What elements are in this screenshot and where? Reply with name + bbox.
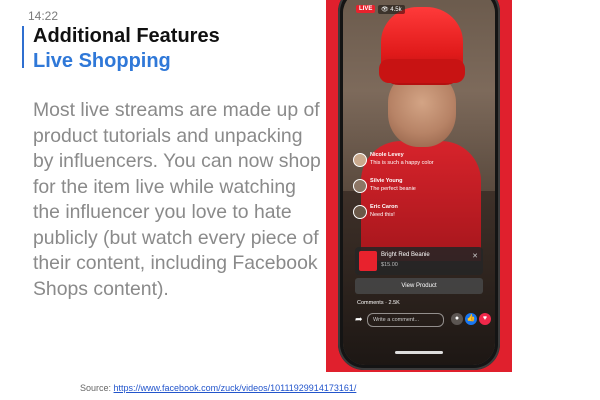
- comment-text: This is such a happy color: [370, 160, 434, 166]
- comment-author: Silvie Young: [370, 178, 403, 184]
- avatar: [353, 153, 367, 167]
- like-icon[interactable]: 👍: [465, 313, 477, 325]
- comment-text: The perfect beanie: [370, 186, 416, 192]
- product-price: $15.00: [381, 262, 398, 268]
- product-name: Bright Red Beanie: [381, 252, 430, 258]
- source-link[interactable]: https://www.facebook.com/zuck/videos/101…: [114, 383, 357, 393]
- comment-item: Silvie Young The perfect beanie: [353, 177, 473, 197]
- comment-input[interactable]: Write a comment...: [367, 313, 444, 327]
- comments-count[interactable]: Comments · 2.5K: [357, 300, 400, 306]
- love-icon[interactable]: ♥: [479, 313, 491, 325]
- comment-item: Eric Caron Need this!: [353, 203, 473, 223]
- body-paragraph: Most live streams are made up of product…: [33, 99, 321, 300]
- phone-screen: LIVE 👁 4.5k Nicole Levey This is such a …: [343, 0, 495, 365]
- product-card[interactable]: Bright Red Beanie $15.00 ✕: [355, 247, 483, 275]
- source-line: Source: https://www.facebook.com/zuck/vi…: [80, 383, 356, 393]
- comment-author: Nicole Levey: [370, 152, 404, 158]
- red-beanie-band: [379, 59, 465, 83]
- share-icon[interactable]: ➦: [355, 314, 363, 325]
- view-product-button[interactable]: View Product: [355, 278, 483, 294]
- comment-item: Nicole Levey This is such a happy color: [353, 151, 473, 171]
- status-time: 14:22: [28, 9, 59, 23]
- title-accent-bar: [22, 26, 24, 68]
- source-label: Source:: [80, 383, 114, 393]
- camera-icon[interactable]: ●: [451, 313, 463, 325]
- eye-icon: 👁: [381, 7, 389, 13]
- home-indicator: [395, 351, 443, 354]
- comment-text: Need this!: [370, 212, 395, 218]
- close-icon[interactable]: ✕: [472, 252, 478, 260]
- phone-mockup: LIVE 👁 4.5k Nicole Levey This is such a …: [338, 0, 500, 370]
- avatar: [353, 179, 367, 193]
- viewer-count: 👁 4.5k: [378, 5, 405, 14]
- page-title: Additional Features: [33, 25, 220, 47]
- page-subtitle: Live Shopping: [33, 50, 171, 72]
- avatar: [353, 205, 367, 219]
- live-badge: LIVE: [356, 5, 376, 13]
- comment-author: Eric Caron: [370, 204, 398, 210]
- viewer-count-value: 4.5k: [390, 7, 402, 13]
- product-thumbnail: [359, 251, 377, 271]
